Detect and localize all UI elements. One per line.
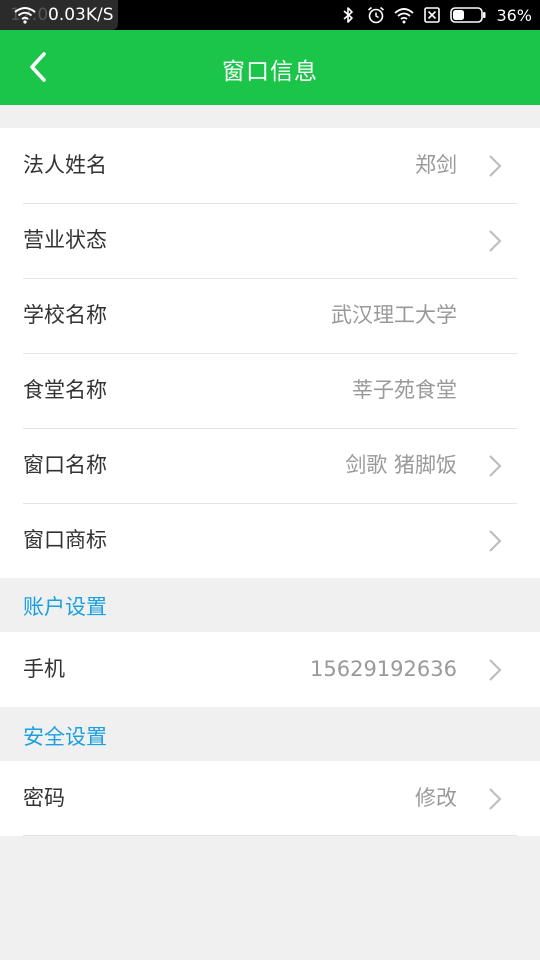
row-label: 食堂名称 — [23, 378, 107, 402]
chevron-right-icon — [489, 230, 502, 252]
wifi-icon — [14, 7, 36, 24]
status-icons: 36% — [338, 0, 532, 30]
chevron-right-icon — [489, 788, 502, 810]
alarm-icon — [368, 6, 385, 24]
app-header: 窗口信息 — [0, 30, 540, 105]
security-settings-list: 密码 修改 — [0, 761, 540, 836]
row-label: 营业状态 — [23, 228, 107, 252]
row-value: 剑歌 猪脚饭 — [345, 453, 457, 477]
chevron-right-icon — [489, 659, 502, 681]
row-value: 15629192636 — [310, 657, 457, 681]
bluetooth-icon — [343, 7, 354, 23]
row-phone[interactable]: 手机 15629192636 — [0, 632, 540, 707]
row-label: 窗口商标 — [23, 528, 107, 552]
battery-percent: 36% — [496, 5, 532, 25]
row-password[interactable]: 密码 修改 — [0, 761, 540, 836]
row-canteen-name: 食堂名称 莘子苑食堂 — [0, 353, 540, 428]
chevron-right-icon — [489, 455, 502, 477]
chevron-right-icon — [489, 530, 502, 552]
window-info-list: 法人姓名 郑剑 营业状态 学校名称 武汉理工大学 食堂名称 莘子苑食堂 窗口名称… — [0, 128, 540, 578]
row-school-name: 学校名称 武汉理工大学 — [0, 278, 540, 353]
row-value: 莘子苑食堂 — [352, 378, 457, 402]
row-business-status[interactable]: 营业状态 — [0, 203, 540, 278]
section-title-security: 安全设置 — [23, 725, 107, 749]
account-settings-list: 手机 15629192636 — [0, 632, 540, 707]
wifi-icon — [394, 8, 415, 24]
screen: 12:00 0.03K/S 36% 窗口信息 法人姓名 郑剑 营业状态 学校名称… — [0, 0, 540, 960]
chevron-right-icon — [489, 155, 502, 177]
sim-icon — [424, 7, 441, 23]
row-label: 学校名称 — [23, 303, 107, 327]
section-title-account: 账户设置 — [23, 595, 107, 619]
page-title: 窗口信息 — [222, 59, 318, 85]
row-value: 郑剑 — [415, 153, 457, 177]
row-label: 密码 — [23, 786, 65, 810]
battery-icon — [450, 7, 486, 23]
divider — [23, 835, 517, 836]
row-window-logo[interactable]: 窗口商标 — [0, 503, 540, 578]
status-bar: 12:00 0.03K/S 36% — [0, 0, 540, 30]
row-value: 武汉理工大学 — [331, 303, 457, 327]
row-label: 法人姓名 — [23, 153, 107, 177]
row-legal-person-name[interactable]: 法人姓名 郑剑 — [0, 128, 540, 203]
row-label: 窗口名称 — [23, 453, 107, 477]
row-window-name[interactable]: 窗口名称 剑歌 猪脚饭 — [0, 428, 540, 503]
row-value: 修改 — [415, 786, 457, 810]
row-label: 手机 — [23, 657, 65, 681]
network-speed: 0.03K/S — [48, 5, 114, 25]
